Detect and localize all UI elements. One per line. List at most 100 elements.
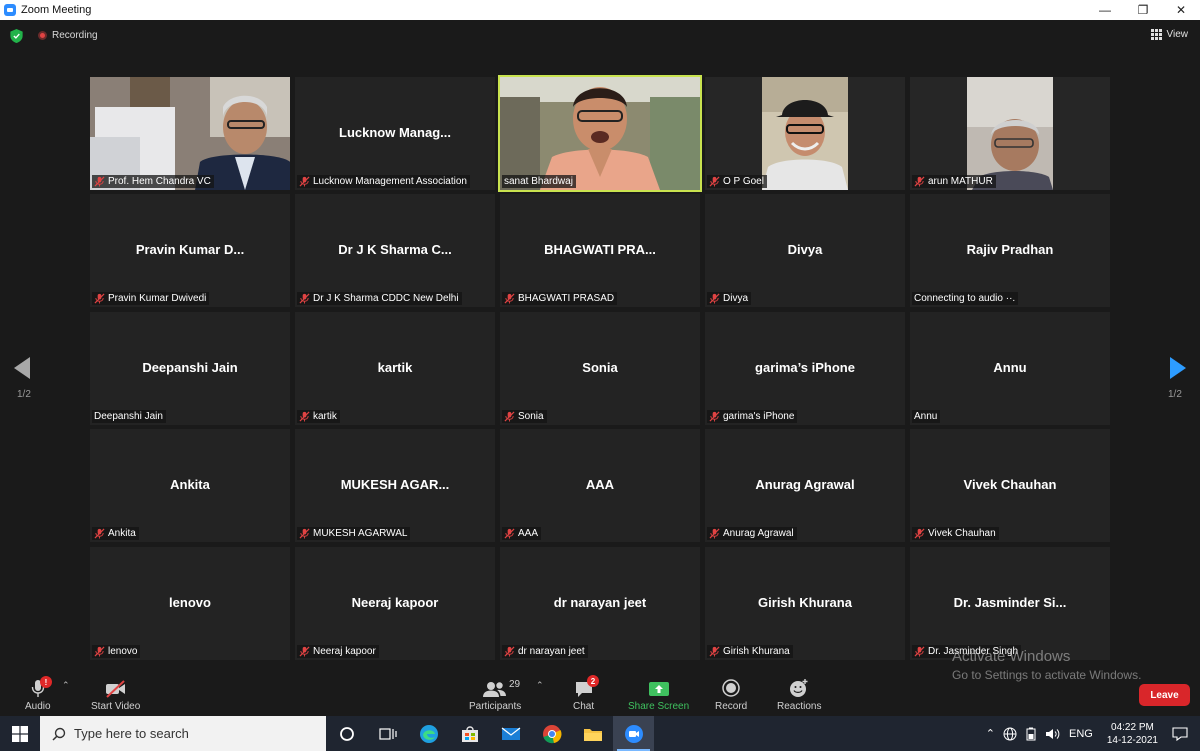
participant-name-label: Ankita <box>92 527 139 540</box>
zoom-taskbar-app[interactable] <box>613 716 654 751</box>
participant-display-name: Neeraj kapoor <box>351 595 439 610</box>
participant-tile[interactable]: Girish Khurana Girish Khurana <box>705 547 905 660</box>
share-screen-button[interactable]: Share Screen <box>628 676 689 712</box>
participant-tile[interactable]: Rajiv Pradhan Connecting to audio ··. <box>910 194 1110 307</box>
participant-label-text: Sonia <box>518 411 544 422</box>
participant-display-name: lenovo <box>169 595 211 610</box>
close-button[interactable]: ✕ <box>1162 0 1200 20</box>
participant-name-label: sanat Bhardwaj <box>502 175 576 188</box>
edge-taskbar-app[interactable] <box>408 716 449 751</box>
restore-button[interactable]: ❐ <box>1124 0 1162 20</box>
mic-muted-icon <box>504 528 515 539</box>
participant-display-name: Rajiv Pradhan <box>966 242 1054 257</box>
participant-tile[interactable]: sanat Bhardwaj <box>498 75 702 192</box>
chrome-taskbar-app[interactable] <box>531 716 572 751</box>
participant-tile[interactable]: Prof. Hem Chandra VC <box>90 77 290 190</box>
chat-label: Chat <box>573 701 595 712</box>
participants-options-caret[interactable]: ⌃ <box>536 680 544 691</box>
store-bag-icon <box>461 725 478 742</box>
battery-icon[interactable] <box>1025 727 1037 741</box>
participant-tile[interactable]: arun MATHUR <box>910 77 1110 190</box>
participant-tile[interactable]: Lucknow Manag... Lucknow Management Assoc… <box>295 77 495 190</box>
participant-tile[interactable]: Sonia Sonia <box>500 312 700 425</box>
participant-name-label: Prof. Hem Chandra VC <box>92 175 214 188</box>
mail-envelope-icon <box>501 727 520 740</box>
participant-tile[interactable]: BHAGWATI PRA... BHAGWATI PRASAD <box>500 194 700 307</box>
participant-name-label: Lucknow Management Association <box>297 175 470 188</box>
mic-muted-icon <box>299 411 310 422</box>
participant-display-name: Lucknow Manag... <box>339 125 451 140</box>
participant-label-text: O P Goel <box>723 176 764 187</box>
start-video-button[interactable]: Start Video <box>91 676 140 712</box>
page-indicator-left: 1/2 <box>17 389 31 400</box>
file-explorer-taskbar-app[interactable] <box>572 716 613 751</box>
encryption-shield-icon[interactable] <box>10 29 23 43</box>
participant-label-text: Girish Khurana <box>723 646 790 657</box>
taskbar-search-box[interactable]: Type here to search <box>40 716 326 751</box>
activate-windows-title: Activate Windows <box>952 648 1071 665</box>
participant-tile[interactable]: AAA AAA <box>500 429 700 542</box>
participant-tile[interactable]: Anurag Agrawal Anurag Agrawal <box>705 429 905 542</box>
participant-label-text: Anurag Agrawal <box>723 528 794 539</box>
network-globe-icon[interactable] <box>1003 727 1017 741</box>
share-screen-label: Share Screen <box>628 701 690 712</box>
participant-name-label: dr narayan jeet <box>502 645 588 658</box>
next-page-arrow-icon[interactable] <box>1170 357 1186 379</box>
action-center-notification-icon[interactable] <box>1172 726 1188 741</box>
reactions-button[interactable]: Reactions <box>777 676 821 712</box>
participant-name-label: Annu <box>912 410 941 423</box>
search-icon <box>52 727 66 741</box>
participant-tile[interactable]: Vivek Chauhan Vivek Chauhan <box>910 429 1110 542</box>
participant-label-text: AAA <box>518 528 539 539</box>
taskbar-clock[interactable]: 04:22 PM 14-12-2021 <box>1107 721 1158 747</box>
input-language-indicator[interactable]: ENG <box>1069 728 1093 740</box>
participant-display-name: Anurag Agrawal <box>755 477 855 492</box>
video-off-icon <box>105 680 125 698</box>
participant-tile[interactable]: MUKESH AGAR... MUKESH AGARWAL <box>295 429 495 542</box>
minimize-button[interactable]: — <box>1086 0 1124 20</box>
mic-muted-icon <box>914 528 925 539</box>
recording-indicator[interactable]: Recording <box>38 30 98 41</box>
start-button[interactable] <box>0 716 40 751</box>
mic-muted-icon <box>709 646 720 657</box>
view-button[interactable]: View <box>1150 29 1189 40</box>
mail-taskbar-app[interactable] <box>490 716 531 751</box>
store-taskbar-app[interactable] <box>449 716 490 751</box>
page-indicator-right: 1/2 <box>1168 389 1182 400</box>
participant-tile[interactable]: lenovo lenovo <box>90 547 290 660</box>
participant-tile[interactable]: kartik kartik <box>295 312 495 425</box>
leave-button[interactable]: Leave <box>1139 684 1190 706</box>
participant-tile[interactable]: Neeraj kapoor Neeraj kapoor <box>295 547 495 660</box>
participant-tile[interactable]: Annu Annu <box>910 312 1110 425</box>
mic-muted-icon <box>914 646 925 657</box>
record-icon <box>722 679 740 697</box>
mic-muted-icon <box>504 646 515 657</box>
record-button[interactable]: Record <box>715 676 747 712</box>
windows-taskbar: Type here to search ⌃ ENG 04:22 PM 14-12… <box>0 716 1200 751</box>
participant-tile[interactable]: Dr J K Sharma C... Dr J K Sharma CDDC New… <box>295 194 495 307</box>
mic-muted-icon <box>299 528 310 539</box>
speaker-volume-icon[interactable] <box>1045 727 1061 741</box>
cortana-button[interactable] <box>326 716 367 751</box>
participant-tile[interactable]: Dr. Jasminder Si... Dr. Jasminder Singh <box>910 547 1110 660</box>
show-hidden-icons-caret-icon[interactable]: ⌃ <box>986 727 995 740</box>
task-view-icon <box>378 727 397 740</box>
participant-tile[interactable]: dr narayan jeet dr narayan jeet <box>500 547 700 660</box>
participant-tile[interactable]: Divya Divya <box>705 194 905 307</box>
participant-name-label: AAA <box>502 527 542 540</box>
task-view-button[interactable] <box>367 716 408 751</box>
participant-display-name: Ankita <box>170 477 210 492</box>
participant-tile[interactable]: garima’s iPhone garima's iPhone <box>705 312 905 425</box>
participant-tile[interactable]: Deepanshi Jain Deepanshi Jain <box>90 312 290 425</box>
participant-tile[interactable]: Ankita Ankita <box>90 429 290 542</box>
participant-tile[interactable]: O P Goel <box>705 77 905 190</box>
audio-options-caret[interactable]: ⌃ <box>62 680 70 691</box>
participant-label-text: arun MATHUR <box>928 176 993 187</box>
participant-display-name: kartik <box>377 360 413 375</box>
recording-label: Recording <box>52 30 98 41</box>
view-label: View <box>1166 29 1189 40</box>
participant-label-text: Neeraj kapoor <box>313 646 376 657</box>
participant-tile[interactable]: Pravin Kumar D... Pravin Kumar Dwivedi <box>90 194 290 307</box>
prev-page-arrow-icon[interactable] <box>14 357 30 379</box>
participant-display-name: Sonia <box>582 360 618 375</box>
